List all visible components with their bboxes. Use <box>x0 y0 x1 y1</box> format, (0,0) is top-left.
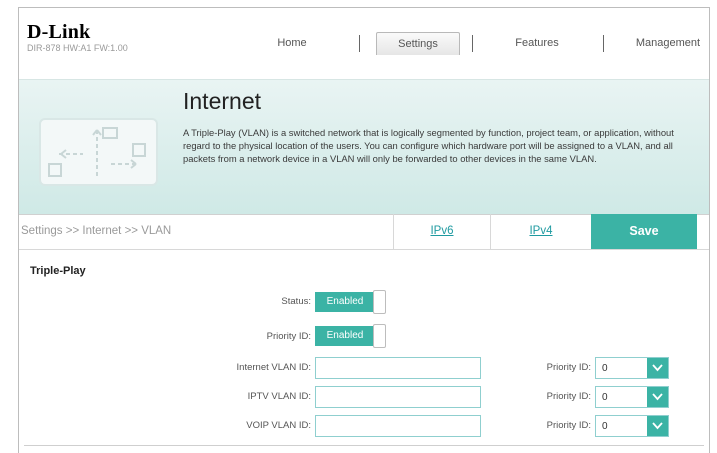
iptv-vlan-input[interactable] <box>315 386 481 408</box>
tab-ipv6[interactable]: IPv6 <box>393 214 490 249</box>
brand: D-Link DIR-878 HW:A1 FW:1.00 <box>27 22 128 53</box>
internet-vlan-input[interactable] <box>315 357 481 379</box>
vlan-diagram-icon <box>39 118 158 186</box>
chevron-down-icon[interactable] <box>647 387 668 407</box>
status-toggle-value: Enabled <box>315 292 375 312</box>
priority-id-toggle[interactable]: Enabled <box>315 324 389 348</box>
page-banner: Internet A Triple-Play (VLAN) is a switc… <box>19 79 709 215</box>
voip-priority-label: Priority ID: <box>546 420 591 431</box>
nav-divider <box>603 35 604 52</box>
page-title: Internet <box>183 88 261 114</box>
iptv-priority-label: Priority ID: <box>546 391 591 402</box>
internet-priority-select[interactable]: 0 <box>595 357 669 379</box>
nav-features[interactable]: Features <box>484 32 590 54</box>
priority-toggle-value: Enabled <box>315 326 375 346</box>
voip-vlan-input[interactable] <box>315 415 481 437</box>
voip-priority-select[interactable]: 0 <box>595 415 669 437</box>
internet-priority-label: Priority ID: <box>546 362 591 373</box>
section-divider <box>24 445 704 446</box>
section-title: Triple-Play <box>30 265 86 277</box>
nav-management[interactable]: Management <box>611 32 717 54</box>
iptv-priority-select[interactable]: 0 <box>595 386 669 408</box>
priority-id-label: Priority ID: <box>266 331 311 342</box>
save-button[interactable]: Save <box>591 214 697 249</box>
nav-settings[interactable]: Settings <box>376 32 460 55</box>
dlink-logo: D-Link <box>27 21 91 43</box>
iptv-vlan-label: IPTV VLAN ID: <box>247 391 311 402</box>
select-value: 0 <box>602 392 608 403</box>
status-toggle[interactable]: Enabled <box>315 290 389 314</box>
router-admin-page: D-Link DIR-878 HW:A1 FW:1.00 Home Settin… <box>18 7 710 453</box>
nav-divider <box>359 35 360 52</box>
breadcrumb: Settings >> Internet >> VLAN <box>21 225 172 237</box>
page-description: A Triple-Play (VLAN) is a switched netwo… <box>183 127 674 165</box>
tab-ipv4[interactable]: IPv4 <box>490 214 591 249</box>
toggle-knob <box>373 324 386 348</box>
chevron-down-icon[interactable] <box>647 416 668 436</box>
internet-vlan-label: Internet VLAN ID: <box>236 362 311 373</box>
toggle-knob <box>373 290 386 314</box>
chevron-down-icon[interactable] <box>647 358 668 378</box>
model-info: DIR-878 HW:A1 FW:1.00 <box>27 43 128 53</box>
voip-vlan-label: VOIP VLAN ID: <box>246 420 311 431</box>
status-label: Status: <box>281 296 311 307</box>
select-value: 0 <box>602 363 608 374</box>
nav-divider <box>472 35 473 52</box>
select-value: 0 <box>602 421 608 432</box>
breadcrumb-bar: Settings >> Internet >> VLAN IPv6 IPv4 S… <box>19 214 709 250</box>
nav-home[interactable]: Home <box>239 32 345 54</box>
